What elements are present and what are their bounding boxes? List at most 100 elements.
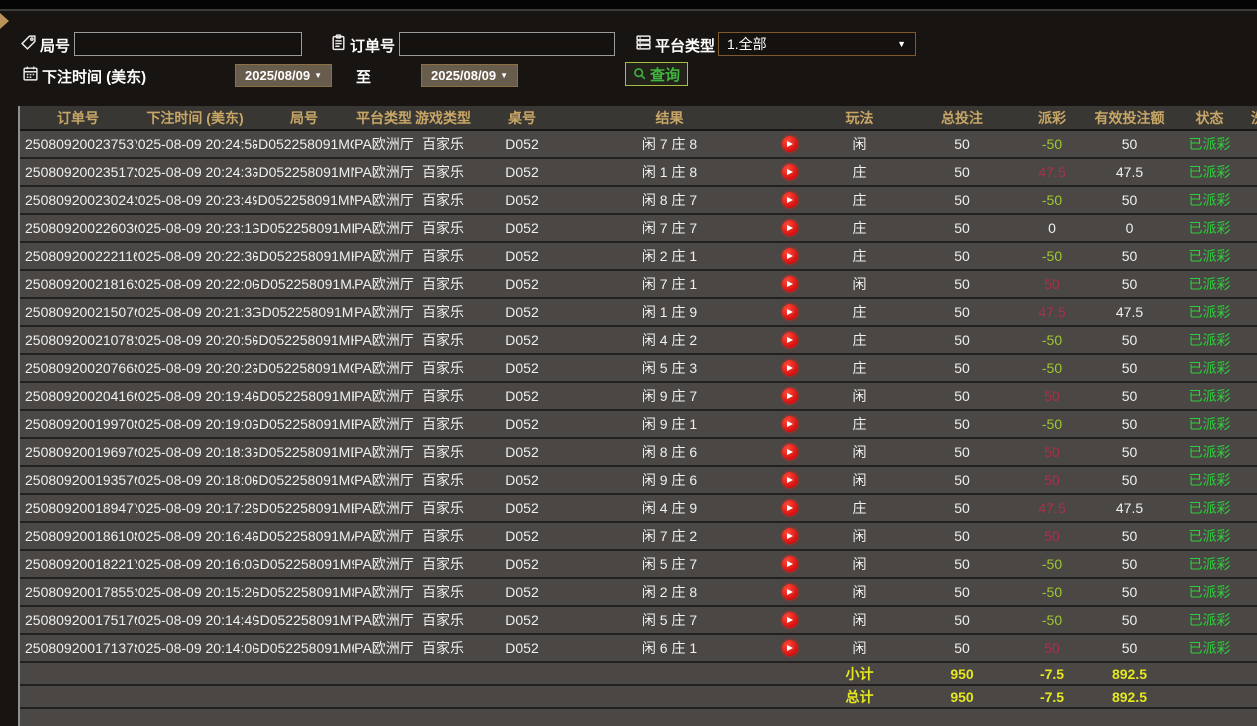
cell-extra — [1247, 579, 1257, 605]
cell-total-bet: 50 — [954, 640, 970, 656]
cell-round-no: GD052258091ME — [254, 416, 354, 432]
partial-column-header: 洗 — [1247, 106, 1257, 129]
sum-spacer — [1247, 686, 1257, 707]
sum-spacer — [254, 663, 354, 684]
table-row: 2508092002076682025-08-09 20:20:23GD0522… — [20, 355, 1257, 383]
play-video-button[interactable] — [781, 500, 798, 516]
cell-table-no: D052 — [505, 500, 539, 516]
cell-platform: PA欧洲厅 — [354, 416, 414, 432]
play-video-button[interactable] — [781, 164, 798, 180]
table-header-row: 订单号 下注时间 (美东) 局号 平台类型 游戏类型 桌号 结果 玩法 总投注 派彩 有效投注额 状态… — [20, 106, 1257, 131]
cell-payout: 47.5 — [1038, 164, 1066, 180]
table-row: 2508092002221162025-08-09 20:22:36GD0522… — [20, 243, 1257, 271]
sum-spacer — [20, 663, 136, 684]
column-header: 平台类型 — [356, 109, 412, 126]
cell-payout: -50 — [1041, 248, 1063, 264]
cell-payout: -50 — [1041, 332, 1063, 348]
play-video-button[interactable] — [781, 136, 798, 152]
cell-game-type: 百家乐 — [422, 472, 464, 488]
play-video-button[interactable] — [781, 584, 798, 600]
cell-payout: -50 — [1041, 136, 1063, 152]
cell-valid-bet: 50 — [1121, 276, 1138, 292]
play-icon — [787, 169, 793, 175]
play-video-button[interactable] — [781, 444, 798, 460]
cell-valid-bet: 50 — [1121, 360, 1138, 376]
play-video-button[interactable] — [781, 612, 798, 628]
play-video-button[interactable] — [781, 528, 798, 544]
cell-round-no: GD052258091MJ — [254, 276, 354, 292]
play-video-button[interactable] — [781, 388, 798, 404]
cell-bet-time: 2025-08-09 20:24:58 — [136, 136, 254, 152]
cell-extra — [1247, 635, 1257, 661]
cell-status: 已派彩 — [1188, 192, 1231, 208]
sum-total-bet: 950 — [950, 665, 974, 682]
play-icon — [787, 477, 793, 483]
cell-platform: PA欧洲厅 — [354, 500, 414, 516]
cell-bet-side: 庄 — [852, 220, 867, 236]
play-icon — [787, 197, 793, 203]
cell-status: 已派彩 — [1188, 556, 1231, 572]
cell-result: 闲 6 庄 1 — [641, 640, 698, 656]
cell-total-bet: 50 — [954, 332, 970, 348]
cell-table-no: D052 — [505, 612, 539, 628]
play-video-button[interactable] — [781, 332, 798, 348]
cell-valid-bet: 50 — [1121, 136, 1138, 152]
play-video-button[interactable] — [781, 276, 798, 292]
play-video-button[interactable] — [781, 416, 798, 432]
cell-payout: 50 — [1044, 388, 1060, 404]
play-video-button[interactable] — [781, 192, 798, 208]
cell-valid-bet: 50 — [1121, 444, 1138, 460]
sum-spacer — [767, 686, 812, 707]
column-header: 局号 — [290, 109, 318, 126]
cell-valid-bet: 50 — [1121, 192, 1138, 208]
cell-round-no: GD052258091MK — [254, 248, 354, 264]
play-video-button[interactable] — [781, 304, 798, 320]
cell-extra — [1247, 523, 1257, 549]
cell-result: 闲 7 庄 7 — [641, 220, 698, 236]
cell-video — [767, 327, 812, 353]
column-header — [767, 106, 812, 129]
round-number-input[interactable] — [74, 32, 302, 56]
order-number-input[interactable] — [399, 32, 615, 56]
date-to-picker[interactable]: 2025/08/09 ▼ — [421, 64, 518, 87]
cell-result: 闲 1 庄 8 — [641, 164, 698, 180]
cell-status: 已派彩 — [1188, 332, 1231, 348]
cell-round-no: GD052258091M6 — [254, 640, 354, 656]
cell-game-type: 百家乐 — [422, 500, 464, 516]
cell-payout: -50 — [1041, 612, 1063, 628]
cell-payout: 50 — [1044, 276, 1060, 292]
cell-table-no: D052 — [505, 388, 539, 404]
play-video-button[interactable] — [781, 220, 798, 236]
cell-status: 已派彩 — [1188, 276, 1231, 292]
total-row: 总计 950 -7.5 892.5 — [20, 686, 1257, 709]
play-icon — [787, 309, 793, 315]
cell-bet-time: 2025-08-09 20:22:36 — [136, 248, 254, 264]
cell-video — [767, 271, 812, 297]
play-icon — [787, 449, 793, 455]
cell-bet-side: 庄 — [852, 248, 867, 264]
cell-video — [767, 579, 812, 605]
platform-type-selected: 1.全部 — [727, 36, 767, 52]
cell-payout: 47.5 — [1038, 304, 1066, 320]
collapse-panel-arrow-icon[interactable] — [0, 13, 9, 29]
cell-status: 已派彩 — [1188, 388, 1231, 404]
cell-bet-side: 闲 — [852, 444, 867, 460]
cell-valid-bet: 47.5 — [1115, 304, 1144, 320]
cell-round-no: GD052258091MB — [254, 500, 354, 516]
table-row: 250809200218163 2025-08-09 20:22:00 GD0522… — [20, 271, 1257, 299]
cell-bet-side: 庄 — [852, 304, 867, 320]
date-to-separator: 至 — [356, 69, 372, 86]
play-video-button[interactable] — [781, 640, 798, 656]
query-button[interactable]: 查询 — [625, 62, 689, 86]
play-video-button[interactable] — [781, 248, 798, 264]
cell-total-bet: 50 — [954, 164, 970, 180]
cell-payout: 0 — [1048, 220, 1056, 236]
cell-total-bet: 50 — [954, 556, 970, 572]
play-video-button[interactable] — [781, 360, 798, 376]
cell-bet-time: 2025-08-09 20:20:23 — [136, 360, 254, 376]
cell-bet-side: 闲 — [852, 556, 867, 572]
play-video-button[interactable] — [781, 556, 798, 572]
platform-type-select[interactable]: 1.全部 ▼ — [718, 32, 916, 56]
play-video-button[interactable] — [781, 472, 798, 488]
date-from-picker[interactable]: 2025/08/09 ▼ — [235, 64, 332, 87]
